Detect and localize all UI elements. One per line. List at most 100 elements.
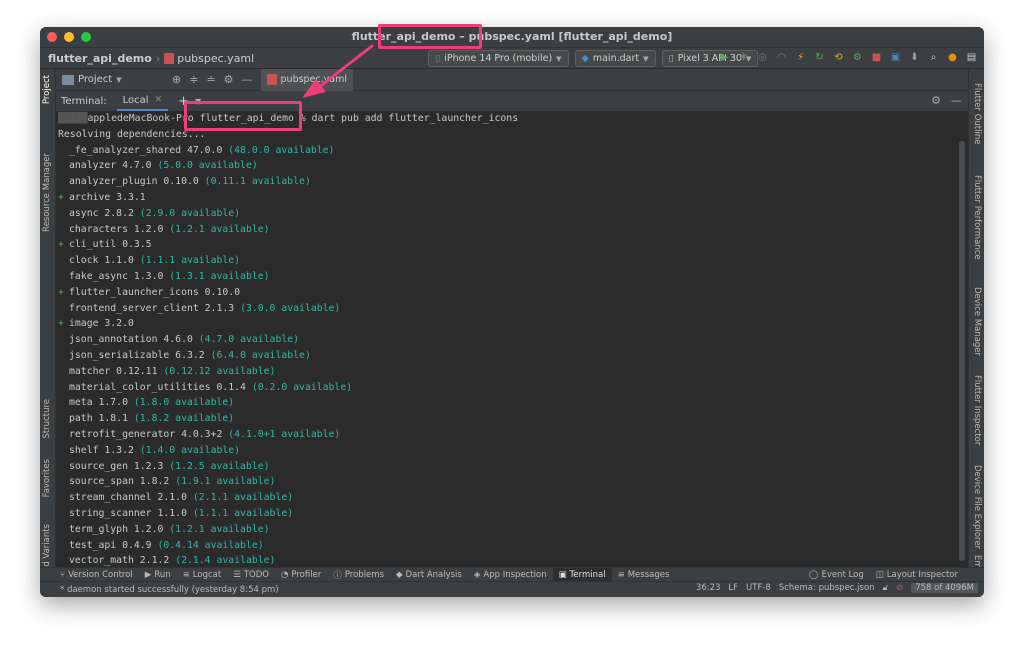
device-mirror-icon[interactable]: ▣ — [889, 51, 902, 64]
chevron-down-icon: ▼ — [116, 75, 122, 84]
updates-icon[interactable]: ● — [946, 51, 959, 64]
todo-icon: ☰ — [233, 569, 241, 580]
added-marker: + — [58, 286, 64, 298]
zoom-window-button[interactable] — [81, 32, 91, 42]
terminal-line: term_glyph 1.2.0 (1.2.1 available) — [58, 522, 270, 538]
problems-icon: ⓘ — [333, 570, 342, 581]
terminal-line: analyzer 4.7.0 (5.0.0 available) — [58, 158, 258, 174]
memory-indicator[interactable]: 758 of 4096M — [911, 583, 978, 593]
package-text: async 2.8.2 — [69, 207, 134, 219]
status-widgets: 36:23 LF UTF-8 Schema: pubspec.json 🔓︎ ⊘… — [696, 583, 978, 593]
attach-icon[interactable]: ⚙ — [851, 51, 864, 64]
terminal-line: fake_async 1.3.0 (1.3.1 available) — [58, 269, 270, 285]
left-strip-favorites[interactable]: Favorites — [42, 459, 52, 497]
tool-window-logcat[interactable]: ≡ Logcat — [177, 568, 228, 582]
breadcrumb-project[interactable]: flutter_api_demo — [48, 52, 152, 65]
gear-icon[interactable]: ⚙ — [931, 94, 941, 107]
left-strip-project[interactable]: Project — [42, 75, 52, 104]
terminal-title: Terminal: — [61, 95, 107, 107]
project-tool-header: Project ▼ ⊕ ≑ ≐ ⚙ — pubspec.yaml — [56, 68, 968, 91]
right-strip-flutter-inspector[interactable]: Flutter Inspector — [972, 375, 982, 445]
locate-icon[interactable]: ⊕ — [172, 73, 181, 86]
debug-icon[interactable]: ✱ — [737, 51, 750, 64]
tool-window-event-log[interactable]: ◯ Event Log — [803, 568, 870, 582]
terminal-tab-label: Local — [122, 94, 149, 106]
search-icon[interactable]: ⌕ — [927, 51, 940, 64]
package-text: retrofit_generator 4.0.3+2 — [69, 429, 223, 440]
stop-icon[interactable]: ■ — [870, 51, 883, 64]
lock-icon[interactable]: 🔓︎ — [883, 583, 889, 593]
breadcrumb-file[interactable]: pubspec.yaml — [164, 52, 254, 65]
hide-icon[interactable]: — — [951, 94, 962, 107]
available-version: (1.3.1 available) — [169, 271, 270, 282]
terminal-scrollbar[interactable] — [959, 141, 965, 561]
available-version: (1.1.1 available) — [192, 508, 294, 519]
terminal-output[interactable]: █████appledeMacBook-Pro flutter_api_demo… — [56, 111, 968, 567]
caret-position[interactable]: 36:23 — [696, 583, 721, 593]
json-schema[interactable]: Schema: pubspec.json — [779, 583, 875, 593]
phone-icon: ▯ — [435, 53, 441, 64]
editor-tab-pubspec[interactable]: pubspec.yaml — [260, 68, 354, 91]
tool-window-terminal[interactable]: ▣ Terminal — [552, 567, 612, 582]
tool-window-problems[interactable]: ⓘ Problems — [327, 568, 390, 582]
project-view-selector[interactable]: Project ▼ — [62, 74, 162, 85]
tool-window-dart-analysis[interactable]: ◆ Dart Analysis — [390, 568, 468, 582]
hide-icon[interactable]: — — [242, 73, 253, 86]
project-label: Project — [78, 74, 113, 85]
terminal-tab-local[interactable]: Local ✕ — [116, 91, 169, 111]
tool-window-buttons-right: ◯ Event Log ◫ Layout Inspector — [803, 568, 964, 582]
expand-all-icon[interactable]: ≑ — [189, 73, 198, 86]
status-message[interactable]: * daemon started successfully (yesterday… — [60, 585, 279, 595]
package-text: test_api 0.4.9 — [69, 539, 152, 551]
right-strip-device-file-explorer[interactable]: Device File Explorer — [972, 465, 982, 549]
terminal-line: source_gen 1.2.3 (1.2.5 available) — [58, 459, 270, 475]
no-errors-icon[interactable]: ⊘ — [896, 583, 903, 593]
right-strip-flutter-outline[interactable]: Flutter Outline — [972, 83, 982, 144]
terminal-header-actions: ⚙ — — [931, 94, 962, 107]
gear-icon[interactable]: ⚙ — [224, 73, 234, 86]
file-encoding[interactable]: UTF-8 — [746, 583, 771, 593]
tool-window-run[interactable]: ▶ Run — [139, 568, 177, 582]
profile-icon[interactable]: ◠ — [775, 51, 788, 64]
terminal-line: stream_channel 2.1.0 (2.1.1 available) — [58, 490, 293, 506]
account-icon[interactable]: ▤ — [965, 51, 978, 64]
folder-icon — [62, 74, 74, 85]
terminal-line: material_color_utilities 0.1.4 (0.2.0 av… — [58, 380, 352, 396]
coverage-icon[interactable]: ◎ — [756, 51, 769, 64]
package-text: _fe_analyzer_shared 47.0.0 — [69, 144, 223, 156]
package-text: archive 3.3.1 — [69, 192, 146, 203]
tool-window-layout-inspector[interactable]: ◫ Layout Inspector — [870, 568, 964, 582]
tool-window-label: Dart Analysis — [405, 569, 462, 580]
available-version: (1.2.5 available) — [169, 460, 270, 472]
hot-reload-icon[interactable]: ⚡ — [794, 51, 807, 64]
collapse-all-icon[interactable]: ≐ — [206, 73, 215, 86]
line-separator[interactable]: LF — [728, 583, 738, 593]
available-version: (5.0.0 available) — [157, 160, 258, 172]
run-config-selector[interactable]: ◆ main.dart ▼ — [574, 50, 656, 67]
navigation-bar: flutter_api_demo › pubspec.yaml ▯ iPhone… — [40, 47, 984, 69]
close-icon[interactable]: ✕ — [155, 95, 163, 105]
minimize-window-button[interactable] — [64, 32, 74, 42]
sdk-manager-icon[interactable]: ⬇ — [908, 51, 921, 64]
tool-window-messages[interactable]: ≡ Messages — [612, 568, 676, 582]
tool-window-todo[interactable]: ☰ TODO — [227, 568, 275, 582]
right-tool-strip: Flutter Outline Flutter Performance Devi… — [968, 69, 984, 576]
tool-window-label: TODO — [243, 569, 269, 580]
hot-restart-icon[interactable]: ↻ — [813, 51, 826, 64]
terminal-line: source_span 1.8.2 (1.9.1 available) — [58, 474, 275, 490]
tool-window-version-control[interactable]: ⑂ Version Control — [54, 568, 139, 582]
device-selector[interactable]: ▯ iPhone 14 Pro (mobile) ▼ — [428, 50, 569, 67]
run-icon[interactable]: ▶ — [718, 51, 731, 64]
title-bar: flutter_api_demo – pubspec.yaml [flutter… — [40, 27, 984, 47]
right-strip-flutter-performance[interactable]: Flutter Performance — [972, 175, 982, 260]
package-text: source_span 1.8.2 — [69, 476, 170, 488]
close-window-button[interactable] — [47, 32, 57, 42]
terminal-line: json_serializable 6.3.2 (6.4.0 available… — [58, 348, 311, 364]
terminal-icon: ▣ — [558, 569, 567, 580]
tool-window-profiler[interactable]: ◔ Profiler — [275, 568, 327, 582]
left-strip-resource-manager[interactable]: Resource Manager — [42, 153, 52, 232]
tool-window-app-inspection[interactable]: ◈ App Inspection — [468, 568, 553, 582]
right-strip-device-manager[interactable]: Device Manager — [972, 287, 982, 356]
sync-icon[interactable]: ⟲ — [832, 51, 845, 64]
left-strip-structure[interactable]: Structure — [42, 399, 52, 439]
